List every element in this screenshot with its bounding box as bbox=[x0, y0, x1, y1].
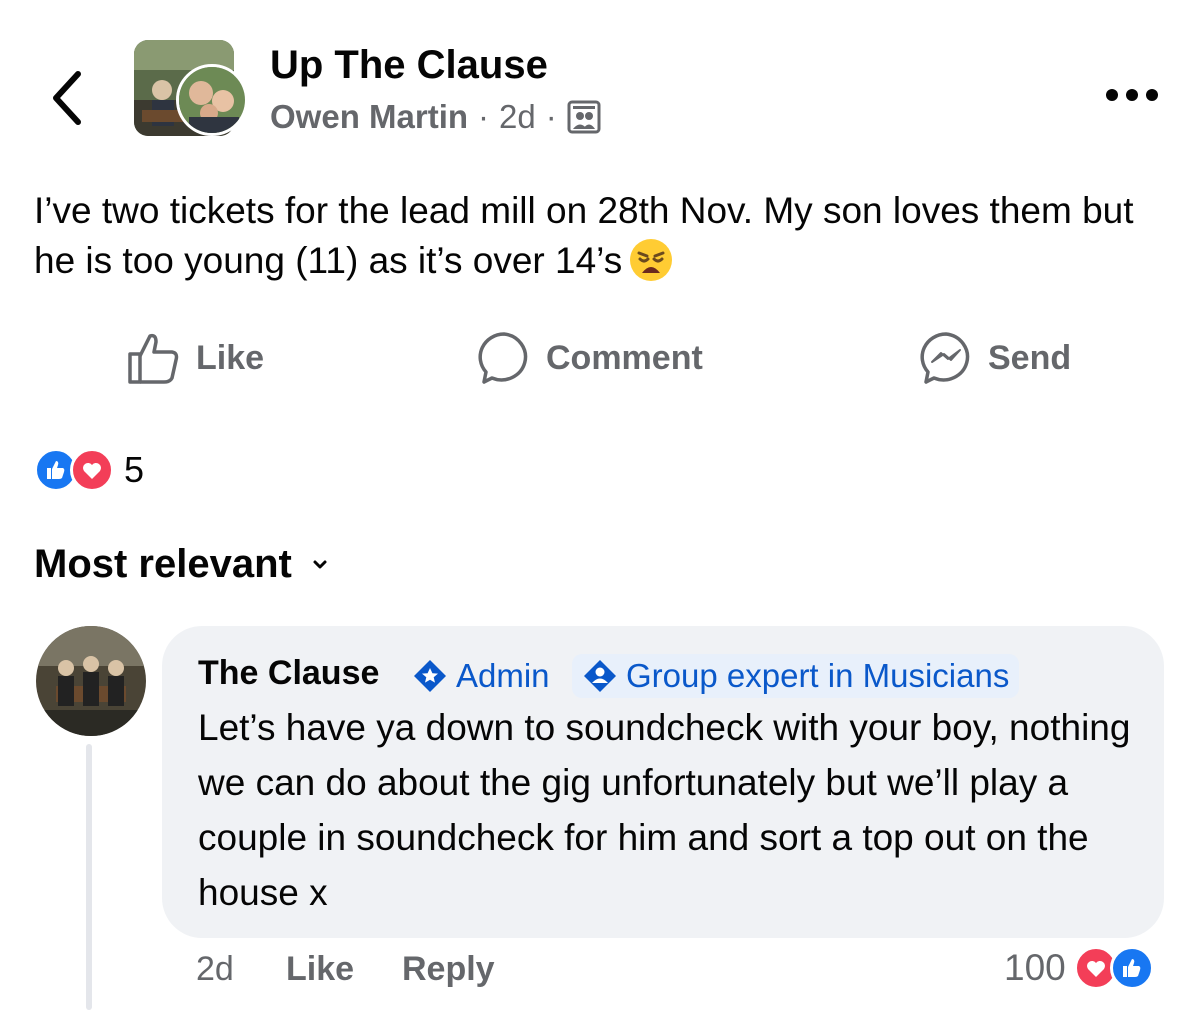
expert-label: Group expert in Musicians bbox=[626, 657, 1010, 694]
comment-text: Let’s have ya down to soundcheck with yo… bbox=[198, 707, 1131, 913]
comment-button[interactable]: Comment bbox=[476, 330, 703, 386]
author-avatar[interactable] bbox=[176, 64, 248, 136]
comment-sort-dropdown[interactable]: Most relevant bbox=[34, 542, 330, 587]
comment-time[interactable]: 2d bbox=[196, 950, 234, 989]
comment-bubble-icon bbox=[478, 332, 528, 384]
post-meta: Owen Martin · 2d · bbox=[270, 96, 601, 138]
group-expert-badge[interactable]: Group expert in Musicians bbox=[572, 654, 1020, 698]
like-reaction-icon bbox=[1109, 946, 1154, 990]
commenter-avatar[interactable] bbox=[36, 626, 146, 736]
admin-shield-star-icon bbox=[414, 660, 446, 692]
more-options-icon[interactable] bbox=[1104, 80, 1160, 110]
weary-face-emoji-icon bbox=[630, 239, 673, 281]
back-chevron-icon[interactable] bbox=[48, 68, 88, 128]
like-button[interactable]: Like bbox=[126, 330, 264, 386]
comment-like-button[interactable]: Like bbox=[286, 950, 354, 989]
post-body: I’ve two tickets for the lead mill on 28… bbox=[34, 190, 1134, 281]
comment-reactions[interactable]: 100 bbox=[1004, 946, 1154, 990]
send-button[interactable]: Send bbox=[918, 330, 1071, 386]
reaction-count: 5 bbox=[124, 449, 145, 490]
chevron-down-icon bbox=[313, 560, 327, 568]
thread-line bbox=[86, 744, 92, 1010]
love-reaction-icon bbox=[70, 448, 114, 492]
like-label: Like bbox=[196, 338, 265, 377]
comment-reply-button[interactable]: Reply bbox=[402, 950, 495, 989]
admin-badge[interactable]: Admin bbox=[412, 654, 550, 698]
post-text: I’ve two tickets for the lead mill on 28… bbox=[34, 186, 1174, 286]
meta-separator: · bbox=[545, 98, 557, 135]
sort-label: Most relevant bbox=[34, 542, 292, 586]
thumbs-up-outline-icon bbox=[128, 333, 179, 384]
commenter-name[interactable]: The Clause bbox=[198, 654, 379, 693]
meta-separator: · bbox=[478, 98, 490, 135]
post-time[interactable]: 2d bbox=[499, 96, 536, 138]
messenger-icon bbox=[920, 332, 970, 384]
reactions-summary[interactable]: 5 bbox=[34, 448, 144, 492]
send-label: Send bbox=[988, 338, 1072, 377]
admin-label: Admin bbox=[456, 657, 550, 694]
group-name[interactable]: Up The Clause bbox=[270, 42, 548, 88]
expert-badge-icon bbox=[584, 660, 616, 692]
group-audience-icon bbox=[567, 100, 601, 134]
comment-label: Comment bbox=[546, 338, 703, 377]
comment-reaction-count: 100 bbox=[1004, 947, 1066, 988]
author-name[interactable]: Owen Martin bbox=[270, 96, 468, 138]
